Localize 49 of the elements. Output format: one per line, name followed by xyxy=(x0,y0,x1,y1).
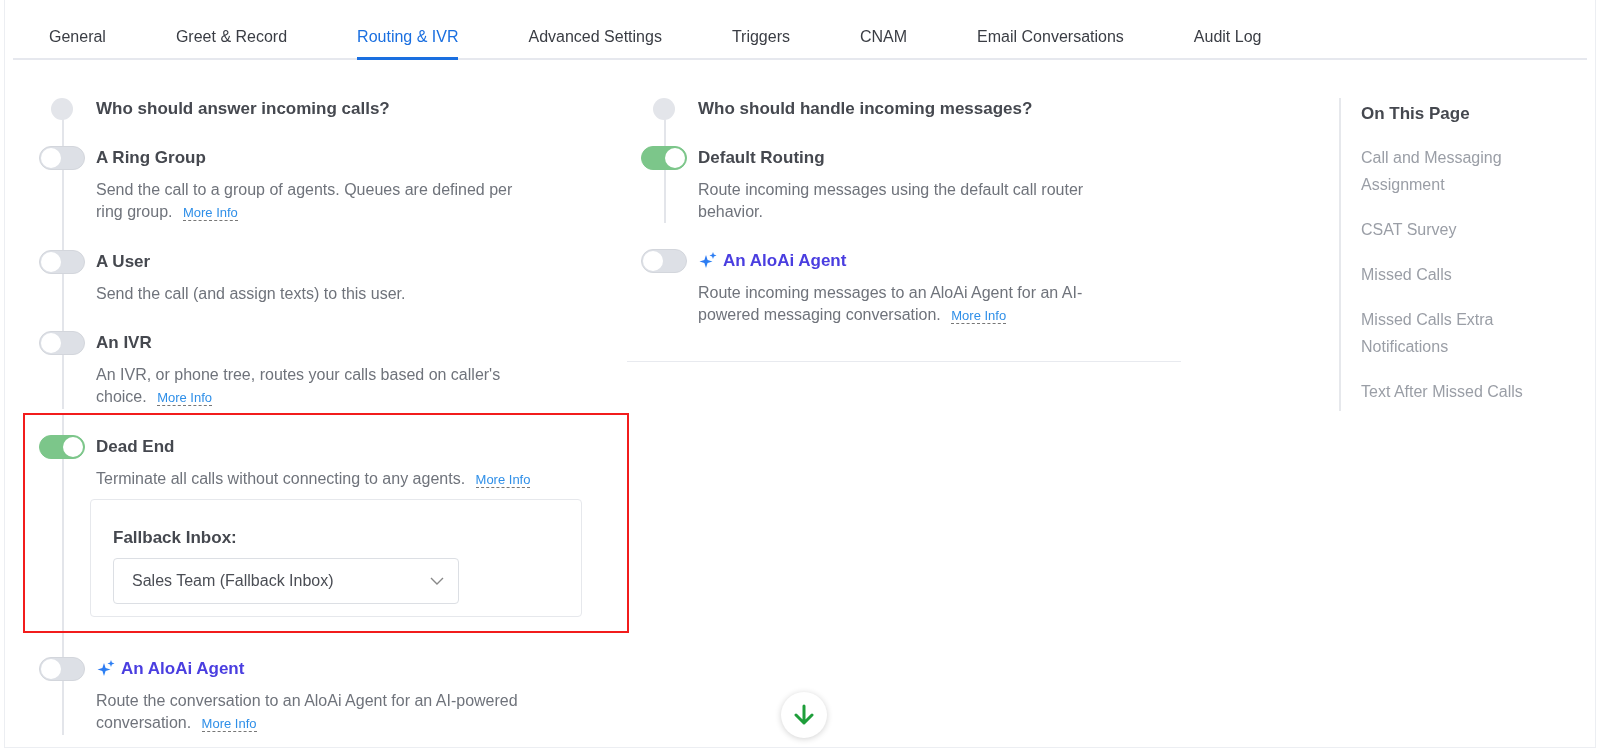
toggle-switch[interactable] xyxy=(641,249,687,273)
tab[interactable]: CNAM xyxy=(860,0,908,60)
toggle-switch[interactable] xyxy=(641,146,687,170)
option-description: Terminate all calls without connecting to any agents. More Info xyxy=(96,469,532,490)
option-description: Send the call to a group of agents. Queues are defined per ring group. More Info xyxy=(96,180,514,223)
tab[interactable]: Greet & Record xyxy=(175,0,288,60)
tab[interactable]: Triggers xyxy=(731,0,790,60)
option-description: An IVR, or phone tree, routes your calls based on caller's choice. More Info xyxy=(96,365,502,408)
more-info-link[interactable]: More Info xyxy=(157,390,213,406)
toggle-switch[interactable] xyxy=(39,657,85,681)
toggle-switch[interactable] xyxy=(39,331,85,355)
tab[interactable]: Advanced Settings xyxy=(528,0,662,60)
caret-icon xyxy=(430,577,444,585)
timeline-dot xyxy=(653,98,675,120)
tab[interactable]: Routing & IVR xyxy=(357,0,459,60)
scroll-down-button[interactable] xyxy=(781,692,827,738)
fallback-label: Fallback Inbox: xyxy=(113,528,238,548)
option-description: Route incoming messages using the default call router behavior. xyxy=(698,180,1085,222)
toc-link[interactable]: CSAT Survey xyxy=(1361,216,1551,243)
option-title: A Ring Group xyxy=(96,148,206,168)
section-heading: Who should answer incoming calls? xyxy=(96,99,391,119)
timeline-dot xyxy=(51,98,73,120)
tab[interactable]: Email Conversations xyxy=(977,0,1124,60)
tab[interactable]: General xyxy=(49,0,106,60)
toggle-switch[interactable] xyxy=(39,250,85,274)
option-description: Route the conversation to an AloAi Agent for an AI-powered conversation. More Info xyxy=(96,691,519,734)
more-info-link[interactable]: More Info xyxy=(951,308,1007,324)
toc-link[interactable]: Call and Messaging Assignment xyxy=(1361,144,1551,198)
toc-title: On This Page xyxy=(1361,104,1471,124)
more-info-link[interactable]: More Info xyxy=(201,716,257,732)
tab[interactable]: Audit Log xyxy=(1193,0,1262,60)
down-arrow-icon xyxy=(794,704,814,726)
option-description: Send the call (and assign texts) to this user. xyxy=(96,284,407,304)
more-info-link[interactable]: More Info xyxy=(182,205,238,221)
toc-link[interactable]: Text After Missed Calls xyxy=(1361,378,1551,405)
more-info-link[interactable]: More Info xyxy=(475,472,531,488)
toc-link[interactable]: Missed Calls xyxy=(1361,261,1551,288)
option-description: Route incoming messages to an AloAi Agent for an AI-powered messaging conversation. More Info xyxy=(698,283,1084,326)
option-title: Default Routing xyxy=(698,148,825,168)
toggle-switch[interactable] xyxy=(39,435,85,459)
option-title: Dead End xyxy=(96,437,175,457)
toggle-switch[interactable] xyxy=(39,146,85,170)
option-title: An AloAi Agent xyxy=(121,659,245,679)
option-title: An AloAi Agent xyxy=(723,251,847,271)
fallback-inbox-select[interactable]: Sales Team (Fallback Inbox) xyxy=(113,558,459,604)
option-title: An IVR xyxy=(96,333,152,353)
section-heading: Who should handle incoming messages? xyxy=(698,99,1034,119)
toc-link[interactable]: Missed Calls Extra Notifications xyxy=(1361,306,1551,360)
option-title: A User xyxy=(96,252,151,272)
